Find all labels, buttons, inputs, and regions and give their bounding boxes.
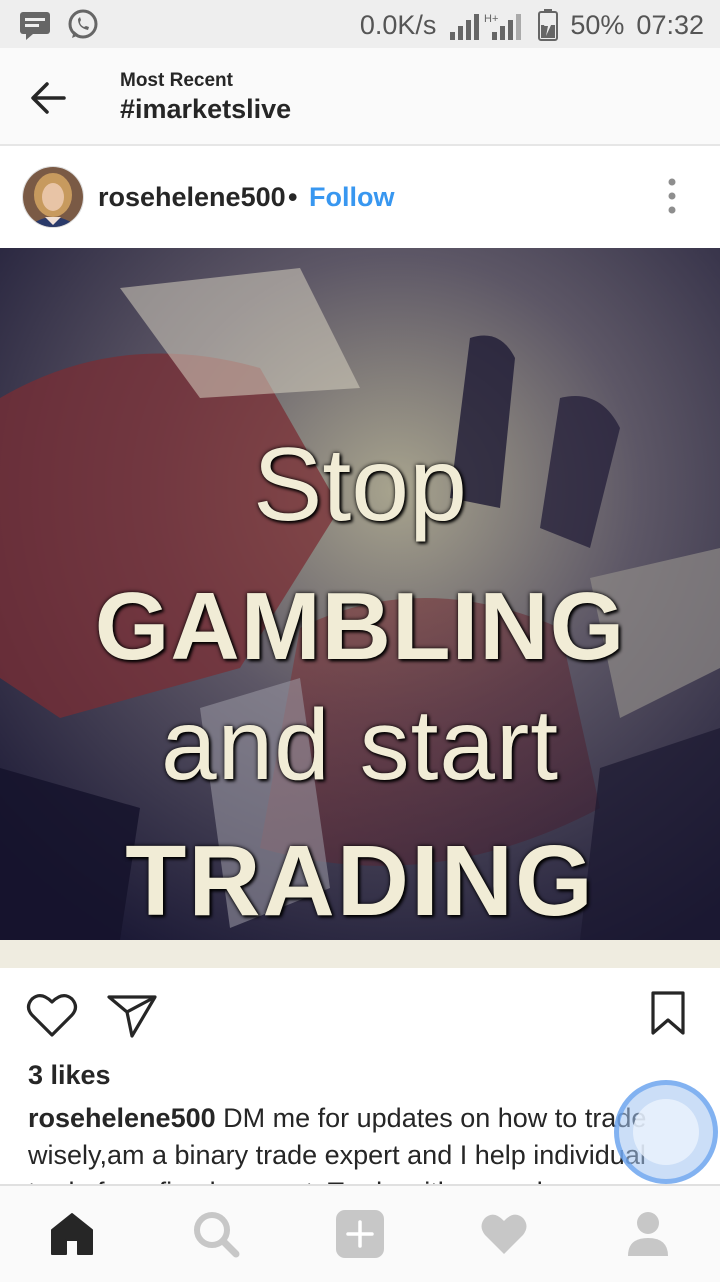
image-text-line-2: GAMBLING — [94, 573, 626, 680]
whatsapp-icon — [68, 9, 98, 39]
post-image[interactable]: Stop GAMBLING and start TRADING — [0, 248, 720, 940]
signal-icon: H+ — [450, 13, 522, 40]
touch-indicator — [614, 1080, 718, 1184]
battery-level: 50% — [570, 9, 625, 40]
header-subtitle: Most Recent — [120, 70, 233, 91]
network-type: H+ — [484, 13, 498, 25]
like-heart-icon[interactable] — [26, 992, 78, 1038]
hashtag-title: #imarketslive — [120, 94, 292, 124]
activity-heart-icon[interactable] — [478, 1208, 530, 1260]
post-caption: rosehelene500 DM me for updates on how t… — [28, 1100, 698, 1184]
bottom-navigation — [0, 1184, 720, 1282]
battery-icon — [538, 9, 559, 41]
post-actions — [0, 968, 720, 1058]
avatar[interactable] — [22, 166, 84, 228]
post-username[interactable]: rosehelene500 — [98, 182, 286, 213]
net-speed: 0.0K/s — [359, 9, 437, 40]
image-bottom-border — [0, 940, 720, 968]
clock: 07:32 — [636, 9, 704, 40]
search-icon[interactable] — [190, 1208, 242, 1260]
more-options-icon[interactable] — [660, 176, 684, 216]
likes-count[interactable]: 3 likes — [28, 1060, 111, 1091]
caption-username[interactable]: rosehelene500 — [28, 1103, 216, 1133]
post-header: rosehelene500 • Follow — [0, 146, 720, 248]
home-icon[interactable] — [46, 1208, 98, 1260]
profile-icon[interactable] — [622, 1208, 674, 1260]
image-text-line-1: Stop — [253, 427, 467, 543]
image-text-line-3: and start — [160, 689, 560, 801]
bookmark-icon[interactable] — [650, 990, 686, 1036]
follow-button[interactable]: Follow — [309, 182, 394, 213]
back-arrow-icon[interactable] — [28, 78, 68, 118]
status-bar: 0.0K/s H+ 50% 07:32 — [0, 0, 720, 48]
separator-dot: • — [288, 182, 298, 212]
image-text-line-4: TRADING — [125, 825, 595, 937]
share-direct-icon[interactable] — [106, 992, 158, 1038]
top-app-bar: Most Recent #imarketslive — [0, 48, 720, 146]
add-icon[interactable] — [334, 1208, 386, 1260]
message-icon — [20, 12, 50, 40]
